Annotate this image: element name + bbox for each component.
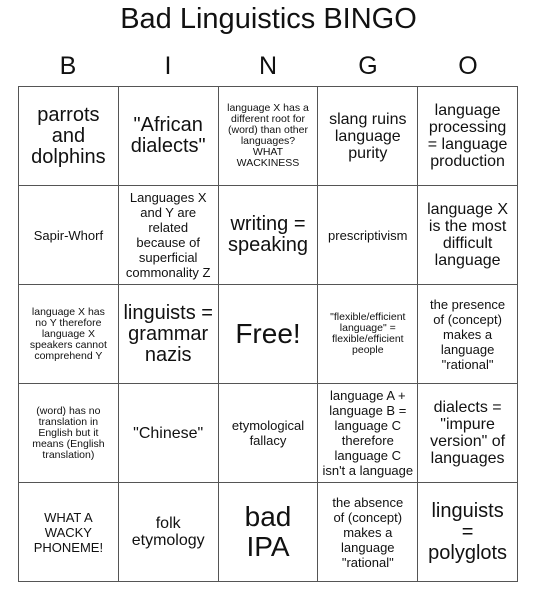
letter-b: B: [59, 52, 77, 80]
bingo-cell-o2[interactable]: language X is the most difficult languag…: [418, 186, 518, 285]
bingo-cell-b4[interactable]: (word) has no translation in English but…: [19, 384, 119, 483]
bingo-cell-b1[interactable]: parrots and dolphins: [19, 87, 119, 186]
bingo-cell-i1[interactable]: "African dialects": [118, 87, 219, 186]
letter-n: N: [258, 52, 278, 80]
bingo-cell-i4[interactable]: "Chinese": [118, 384, 219, 483]
bingo-cell-i2[interactable]: Languages X and Y are related because of…: [118, 186, 219, 285]
bingo-cell-g5[interactable]: the absence of (concept) makes a languag…: [318, 483, 419, 582]
letter-g: G: [358, 52, 378, 80]
letter-o: O: [458, 52, 478, 80]
bingo-cell-n5[interactable]: bad IPA: [218, 483, 319, 582]
bingo-cell-g3[interactable]: "flexible/efficient language" = flexible…: [318, 285, 419, 384]
letter-i: I: [164, 52, 172, 80]
bingo-cell-b5[interactable]: WHAT A WACKY PHONEME!: [19, 483, 119, 582]
bingo-cell-o3[interactable]: the presence of (concept) makes a langua…: [418, 285, 518, 384]
bingo-grid: parrots and dolphins "African dialects" …: [18, 86, 518, 582]
bingo-cell-n2[interactable]: writing = speaking: [218, 186, 319, 285]
bingo-cell-free[interactable]: Free!: [218, 285, 319, 384]
bingo-letters-row: B I N G O: [18, 46, 518, 86]
bingo-cell-b2[interactable]: Sapir-Whorf: [19, 186, 119, 285]
bingo-cell-i3[interactable]: linguists = grammar nazis: [118, 285, 219, 384]
bingo-cell-o4[interactable]: dialects = "impure version" of languages: [418, 384, 518, 483]
bingo-cell-n4[interactable]: etymological fallacy: [218, 384, 319, 483]
page-title: Bad Linguistics BINGO: [120, 3, 417, 35]
bingo-cell-g1[interactable]: slang ruins language purity: [318, 87, 419, 186]
bingo-cell-i5[interactable]: folk etymology: [118, 483, 219, 582]
bingo-cell-n1[interactable]: language X has a different root for (wor…: [218, 87, 319, 186]
bingo-cell-o1[interactable]: language processing = language productio…: [418, 87, 518, 186]
bingo-cell-b3[interactable]: language X has no Y therefore language X…: [19, 285, 119, 384]
bingo-cell-g4[interactable]: language A + language B = language C the…: [318, 384, 419, 483]
bingo-cell-g2[interactable]: prescriptivism: [318, 186, 419, 285]
bingo-cell-o5[interactable]: linguists = polyglots: [418, 483, 518, 582]
